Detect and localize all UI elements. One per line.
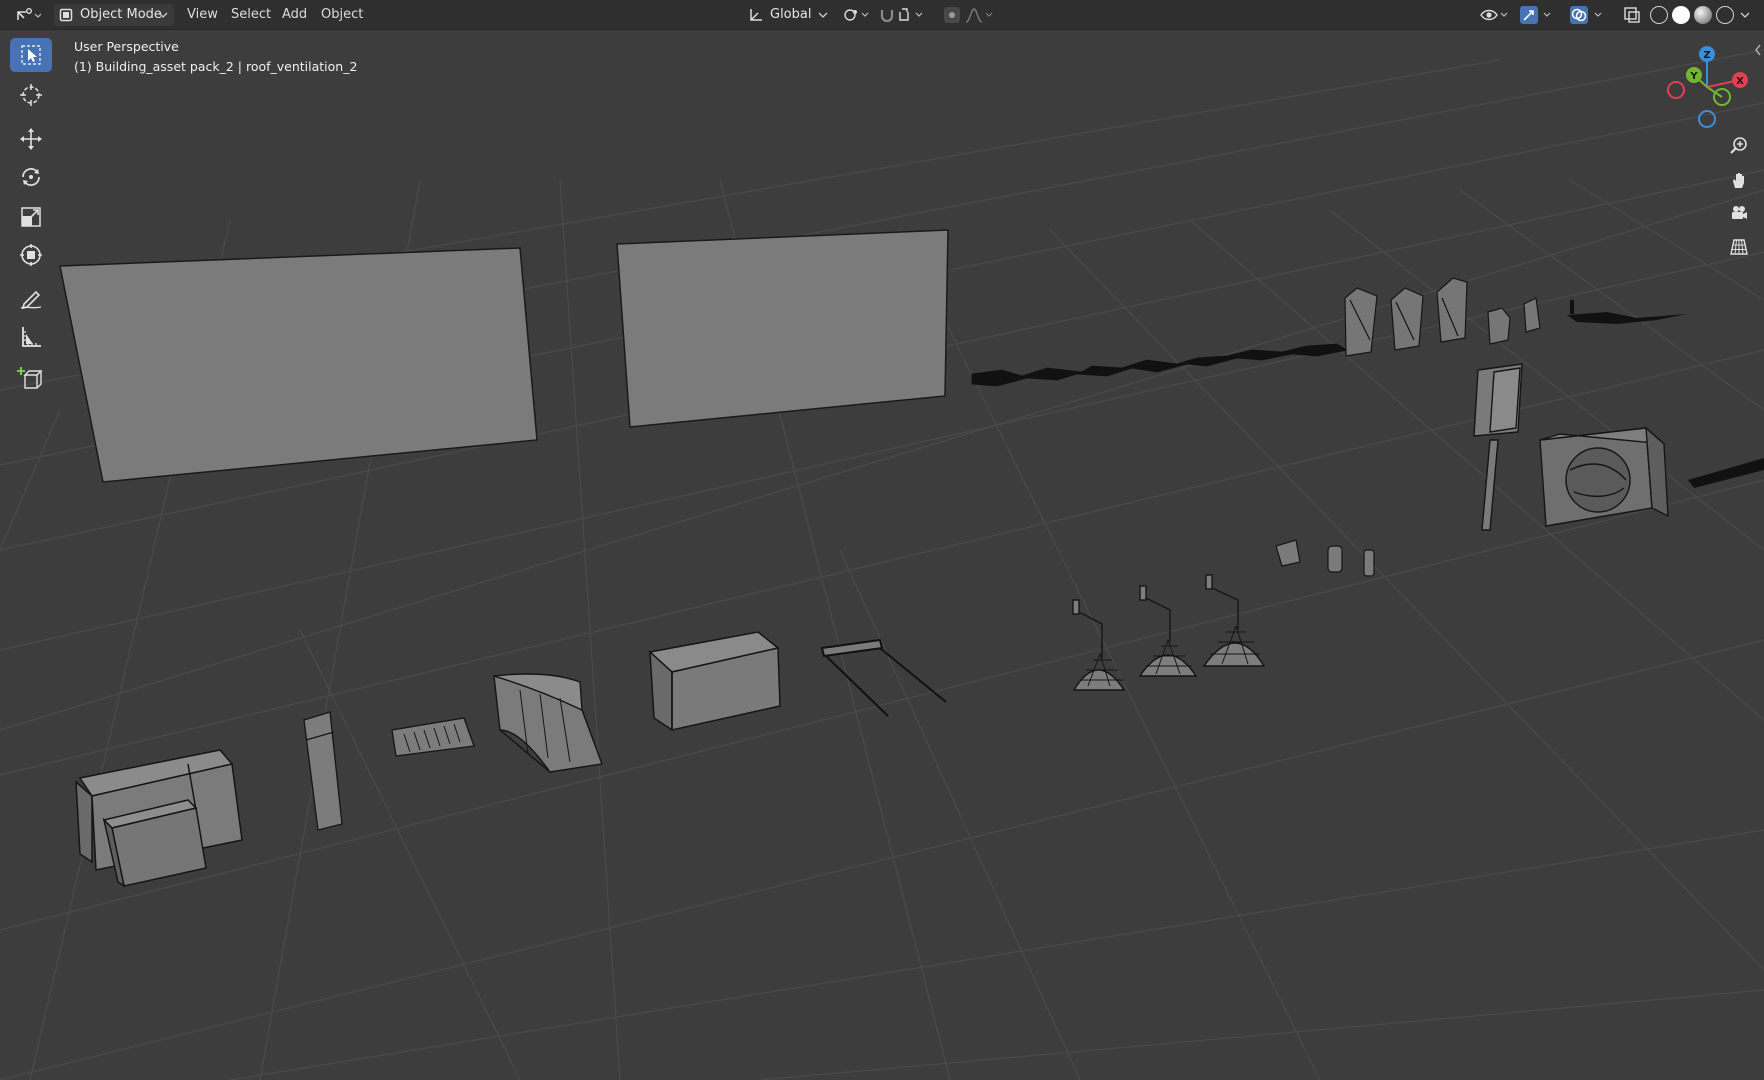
scale-icon bbox=[21, 207, 41, 227]
zoom-button[interactable] bbox=[1724, 131, 1754, 161]
sidebar-expand-icon[interactable] bbox=[1754, 44, 1762, 56]
tool-move[interactable] bbox=[10, 122, 52, 156]
pivot-point-dropdown[interactable] bbox=[840, 4, 872, 26]
plane-left[interactable] bbox=[59, 247, 538, 483]
tool-annotate[interactable] bbox=[10, 282, 52, 316]
rotate-icon bbox=[22, 168, 40, 186]
chevron-down-icon bbox=[158, 12, 168, 18]
gizmo-z-label: Z bbox=[1703, 50, 1710, 61]
pencil-icon bbox=[20, 290, 42, 310]
overlays-toggle[interactable] bbox=[1568, 4, 1610, 26]
menu-object[interactable]: Object bbox=[321, 0, 363, 30]
plane-right[interactable] bbox=[616, 229, 949, 428]
tool-select-box[interactable] bbox=[10, 38, 52, 72]
gizmo-x-label: X bbox=[1736, 76, 1744, 87]
move-icon bbox=[20, 128, 42, 150]
tool-scale[interactable] bbox=[10, 200, 52, 234]
visibility-dropdown[interactable] bbox=[1478, 4, 1512, 26]
editor-type-button[interactable] bbox=[10, 4, 44, 26]
gizmo-neg-z-axis[interactable] bbox=[1698, 110, 1716, 128]
gizmo-toggle[interactable] bbox=[1518, 4, 1558, 26]
eye-icon bbox=[1480, 9, 1508, 21]
pivot-icon bbox=[844, 9, 869, 21]
rendered-shading-icon[interactable] bbox=[1716, 6, 1734, 24]
viewport-canvas[interactable] bbox=[0, 30, 1764, 1080]
select-box-icon bbox=[21, 45, 41, 65]
view-name-label: User Perspective bbox=[74, 39, 179, 54]
editor-type-icon bbox=[17, 7, 42, 20]
xray-icon bbox=[1624, 7, 1640, 23]
hand-icon bbox=[1733, 173, 1744, 188]
gizmo-y-label: Y bbox=[1689, 71, 1698, 82]
menu-view[interactable]: View bbox=[187, 0, 218, 30]
chevron-down-icon bbox=[818, 12, 828, 18]
camera-icon bbox=[1732, 206, 1747, 219]
menu-select[interactable]: Select bbox=[231, 0, 271, 30]
navigation-gizmo[interactable]: Z X Y bbox=[1660, 40, 1750, 130]
chevron-down-icon[interactable] bbox=[1740, 11, 1750, 19]
tool-rotate[interactable] bbox=[10, 160, 52, 194]
tool-cursor[interactable] bbox=[10, 78, 52, 112]
gizmo-neg-x-axis[interactable] bbox=[1667, 81, 1685, 99]
mode-label: Object Mode bbox=[80, 7, 162, 22]
gizmo-icon bbox=[1520, 6, 1551, 24]
viewport-header: Object Mode View Select Add Object Globa… bbox=[0, 0, 1764, 30]
menu-add[interactable]: Add bbox=[282, 0, 307, 30]
tool-measure[interactable] bbox=[10, 320, 52, 354]
cursor-icon bbox=[20, 84, 42, 106]
wireframe-shading-icon[interactable] bbox=[1650, 6, 1668, 24]
snap-magnet-icon bbox=[880, 8, 923, 23]
tool-add-cube[interactable] bbox=[10, 362, 52, 396]
pan-button[interactable] bbox=[1724, 165, 1754, 195]
tool-transform[interactable] bbox=[10, 238, 52, 272]
xray-toggle[interactable] bbox=[1620, 4, 1644, 26]
grid-perspective-icon bbox=[1730, 239, 1748, 255]
proportional-editing-toggle[interactable] bbox=[942, 4, 998, 26]
add-cube-icon bbox=[17, 367, 43, 389]
3d-viewport[interactable]: User Perspective (1) Building_asset pack… bbox=[0, 30, 1764, 1080]
active-object-label: (1) Building_asset pack_2 | roof_ventila… bbox=[74, 59, 358, 74]
zoom-icon bbox=[1730, 137, 1747, 154]
ruler-icon bbox=[22, 327, 41, 347]
camera-view-button[interactable] bbox=[1724, 198, 1754, 228]
orientation-axes-icon bbox=[750, 9, 762, 21]
orientation-label: Global bbox=[770, 7, 812, 22]
transform-orientation-dropdown[interactable]: Global bbox=[744, 4, 832, 26]
mode-dropdown[interactable]: Object Mode bbox=[54, 4, 174, 26]
material-preview-icon[interactable] bbox=[1694, 6, 1712, 24]
object-mode-icon bbox=[59, 8, 73, 22]
transform-icon bbox=[20, 244, 42, 266]
solid-shading-icon[interactable] bbox=[1672, 6, 1690, 24]
proportional-edit-icon bbox=[944, 7, 993, 23]
snapping-toggle[interactable] bbox=[876, 4, 936, 26]
overlays-icon bbox=[1570, 6, 1602, 24]
perspective-toggle-button[interactable] bbox=[1724, 232, 1754, 262]
